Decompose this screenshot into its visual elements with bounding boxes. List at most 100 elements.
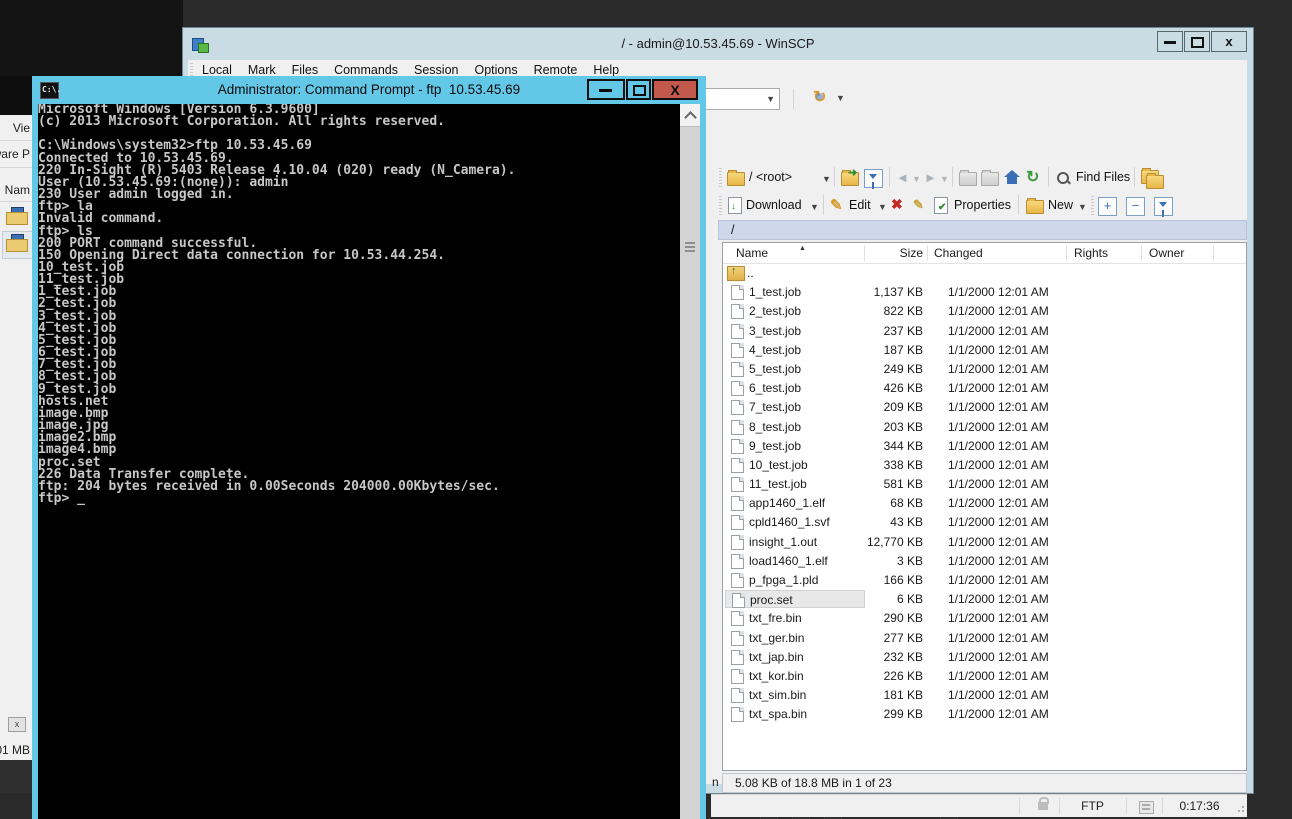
forward-icon[interactable]: ► — [924, 170, 937, 185]
file-row[interactable]: txt_kor.bin 226 KB 1/1/2000 12:01 AM — [723, 667, 1246, 686]
file-name-cell[interactable]: txt_fre.bin — [725, 609, 865, 627]
delete-icon[interactable]: ✖ — [891, 196, 903, 213]
file-row[interactable]: 1_test.job 1,137 KB 1/1/2000 12:01 AM — [723, 283, 1246, 302]
file-row[interactable]: txt_fre.bin 290 KB 1/1/2000 12:01 AM — [723, 609, 1246, 628]
file-name-cell[interactable]: txt_kor.bin — [725, 667, 865, 685]
package-icon[interactable] — [6, 234, 28, 252]
file-name-cell[interactable]: txt_sim.bin — [725, 686, 865, 704]
download-button[interactable]: Download — [746, 198, 802, 212]
chevron-down-icon[interactable]: ▼ — [1078, 202, 1087, 212]
file-name-cell[interactable]: app1460_1.elf — [725, 494, 865, 512]
file-row[interactable]: 7_test.job 209 KB 1/1/2000 12:01 AM — [723, 398, 1246, 417]
resize-grip[interactable] — [1236, 806, 1244, 814]
package-icon[interactable] — [6, 207, 28, 225]
file-row[interactable]: p_fpga_1.pld 166 KB 1/1/2000 12:01 AM — [723, 571, 1246, 590]
file-name-cell[interactable]: txt_spa.bin — [725, 705, 865, 723]
column-divider[interactable] — [1213, 245, 1214, 261]
file-name-cell[interactable]: 1_test.job — [725, 283, 865, 301]
small-button-fragment[interactable]: x — [8, 717, 26, 732]
column-divider[interactable] — [1141, 245, 1142, 261]
column-header-owner[interactable]: Owner — [1149, 246, 1184, 260]
file-name-cell[interactable]: 2_test.job — [725, 302, 865, 320]
scroll-up-button[interactable] — [680, 104, 700, 127]
column-divider[interactable] — [1066, 245, 1067, 261]
file-row[interactable]: cpld1460_1.svf 43 KB 1/1/2000 12:01 AM — [723, 513, 1246, 532]
toolbar-grip[interactable] — [1091, 196, 1094, 216]
file-row[interactable]: 2_test.job 822 KB 1/1/2000 12:01 AM — [723, 302, 1246, 321]
file-row[interactable]: txt_spa.bin 299 KB 1/1/2000 12:01 AM — [723, 705, 1246, 724]
console-output[interactable]: Microsoft Windows [Version 6.3.9600](c) … — [38, 104, 680, 819]
protocol-indicator[interactable]: FTP — [1059, 799, 1126, 813]
maximize-button[interactable] — [626, 79, 651, 100]
close-button[interactable]: X — [652, 79, 698, 100]
file-name-cell[interactable]: load1460_1.elf — [725, 552, 865, 570]
file-name-cell[interactable]: cpld1460_1.svf — [725, 513, 865, 531]
cmd-titlebar[interactable]: C:\. Administrator: Command Prompt - ftp… — [32, 76, 706, 104]
column-header-name[interactable]: Name — [736, 246, 768, 260]
chevron-down-icon[interactable]: ▼ — [836, 93, 845, 103]
file-row[interactable]: 3_test.job 237 KB 1/1/2000 12:01 AM — [723, 322, 1246, 341]
file-name-cell[interactable]: 10_test.job — [725, 456, 865, 474]
select-add-button[interactable]: + — [1098, 197, 1117, 216]
root-directory-icon[interactable] — [981, 172, 999, 186]
file-row[interactable]: txt_ger.bin 277 KB 1/1/2000 12:01 AM — [723, 629, 1246, 648]
rename-icon[interactable]: ✎ — [913, 197, 924, 213]
edit-button[interactable]: Edit — [849, 198, 871, 212]
file-name-cell[interactable]: proc.set — [725, 590, 865, 608]
remote-path-combobox[interactable]: / <root> — [749, 170, 792, 184]
network-session-icon[interactable] — [1139, 801, 1154, 814]
file-row[interactable]: 6_test.job 426 KB 1/1/2000 12:01 AM — [723, 379, 1246, 398]
new-button[interactable]: New — [1048, 198, 1073, 212]
winscp-titlebar[interactable]: / - admin@10.53.45.69 - WinSCP x — [183, 28, 1253, 60]
back-icon[interactable]: ◄ — [896, 170, 909, 185]
column-header-fragment-name[interactable]: Nam — [5, 183, 30, 197]
selection-filter-button[interactable] — [1154, 197, 1173, 216]
refresh-icon[interactable]: ↻ — [1026, 167, 1039, 187]
file-row[interactable]: txt_jap.bin 232 KB 1/1/2000 12:01 AM — [723, 648, 1246, 667]
chevron-down-icon[interactable]: ▼ — [878, 202, 887, 212]
remote-path-bar[interactable]: / — [718, 220, 1247, 240]
column-header-rights[interactable]: Rights — [1074, 246, 1108, 260]
file-row[interactable]: txt_sim.bin 181 KB 1/1/2000 12:01 AM — [723, 686, 1246, 705]
select-remove-button[interactable]: − — [1126, 197, 1145, 216]
file-row[interactable]: 5_test.job 249 KB 1/1/2000 12:01 AM — [723, 360, 1246, 379]
filter-icon[interactable] — [864, 169, 883, 188]
column-header-changed[interactable]: Changed — [934, 246, 983, 260]
file-row[interactable]: 11_test.job 581 KB 1/1/2000 12:01 AM — [723, 475, 1246, 494]
file-name-cell[interactable]: 5_test.job — [725, 360, 865, 378]
chevron-down-icon[interactable]: ▼ — [822, 174, 831, 184]
parent-directory-row[interactable]: .. — [723, 264, 1246, 283]
chevron-down-icon[interactable]: ▼ — [810, 202, 819, 212]
file-name-cell[interactable]: 6_test.job — [725, 379, 865, 397]
file-name-cell[interactable]: 8_test.job — [725, 418, 865, 436]
file-name-cell[interactable]: 4_test.job — [725, 341, 865, 359]
properties-button[interactable]: Properties — [954, 198, 1011, 212]
chevron-down-icon[interactable]: ▼ — [940, 174, 949, 184]
file-name-cell[interactable]: 3_test.job — [725, 322, 865, 340]
transfer-settings-icon[interactable]: ↻ — [813, 87, 826, 107]
column-header-size[interactable]: Size — [865, 246, 923, 260]
parent-directory-icon[interactable] — [959, 172, 977, 186]
close-button[interactable]: x — [1211, 31, 1247, 52]
find-files-button[interactable]: Find Files — [1076, 170, 1130, 184]
toolbar-grip[interactable] — [719, 168, 722, 188]
minimize-button[interactable] — [1157, 31, 1183, 52]
file-name-cell[interactable]: 7_test.job — [725, 398, 865, 416]
minimize-button[interactable] — [587, 79, 625, 100]
file-name-cell[interactable]: 11_test.job — [725, 475, 865, 493]
maximize-button[interactable] — [1184, 31, 1210, 52]
toolbar-grip[interactable] — [719, 196, 722, 216]
file-row[interactable]: proc.set 6 KB 1/1/2000 12:01 AM — [723, 590, 1246, 609]
scrollbar[interactable] — [680, 104, 700, 819]
file-row[interactable]: 8_test.job 203 KB 1/1/2000 12:01 AM — [723, 418, 1246, 437]
file-row[interactable]: 4_test.job 187 KB 1/1/2000 12:01 AM — [723, 341, 1246, 360]
file-row[interactable]: load1460_1.elf 3 KB 1/1/2000 12:01 AM — [723, 552, 1246, 571]
file-name-cell[interactable]: 9_test.job — [725, 437, 865, 455]
scrollbar-thumb-grip[interactable] — [685, 242, 695, 244]
column-divider[interactable] — [927, 245, 928, 261]
chevron-down-icon[interactable]: ▼ — [766, 94, 775, 104]
home-directory-icon[interactable] — [1004, 170, 1020, 177]
file-row[interactable]: insight_1.out 12,770 KB 1/1/2000 12:01 A… — [723, 533, 1246, 552]
file-row[interactable]: app1460_1.elf 68 KB 1/1/2000 12:01 AM — [723, 494, 1246, 513]
file-row[interactable]: 10_test.job 338 KB 1/1/2000 12:01 AM — [723, 456, 1246, 475]
